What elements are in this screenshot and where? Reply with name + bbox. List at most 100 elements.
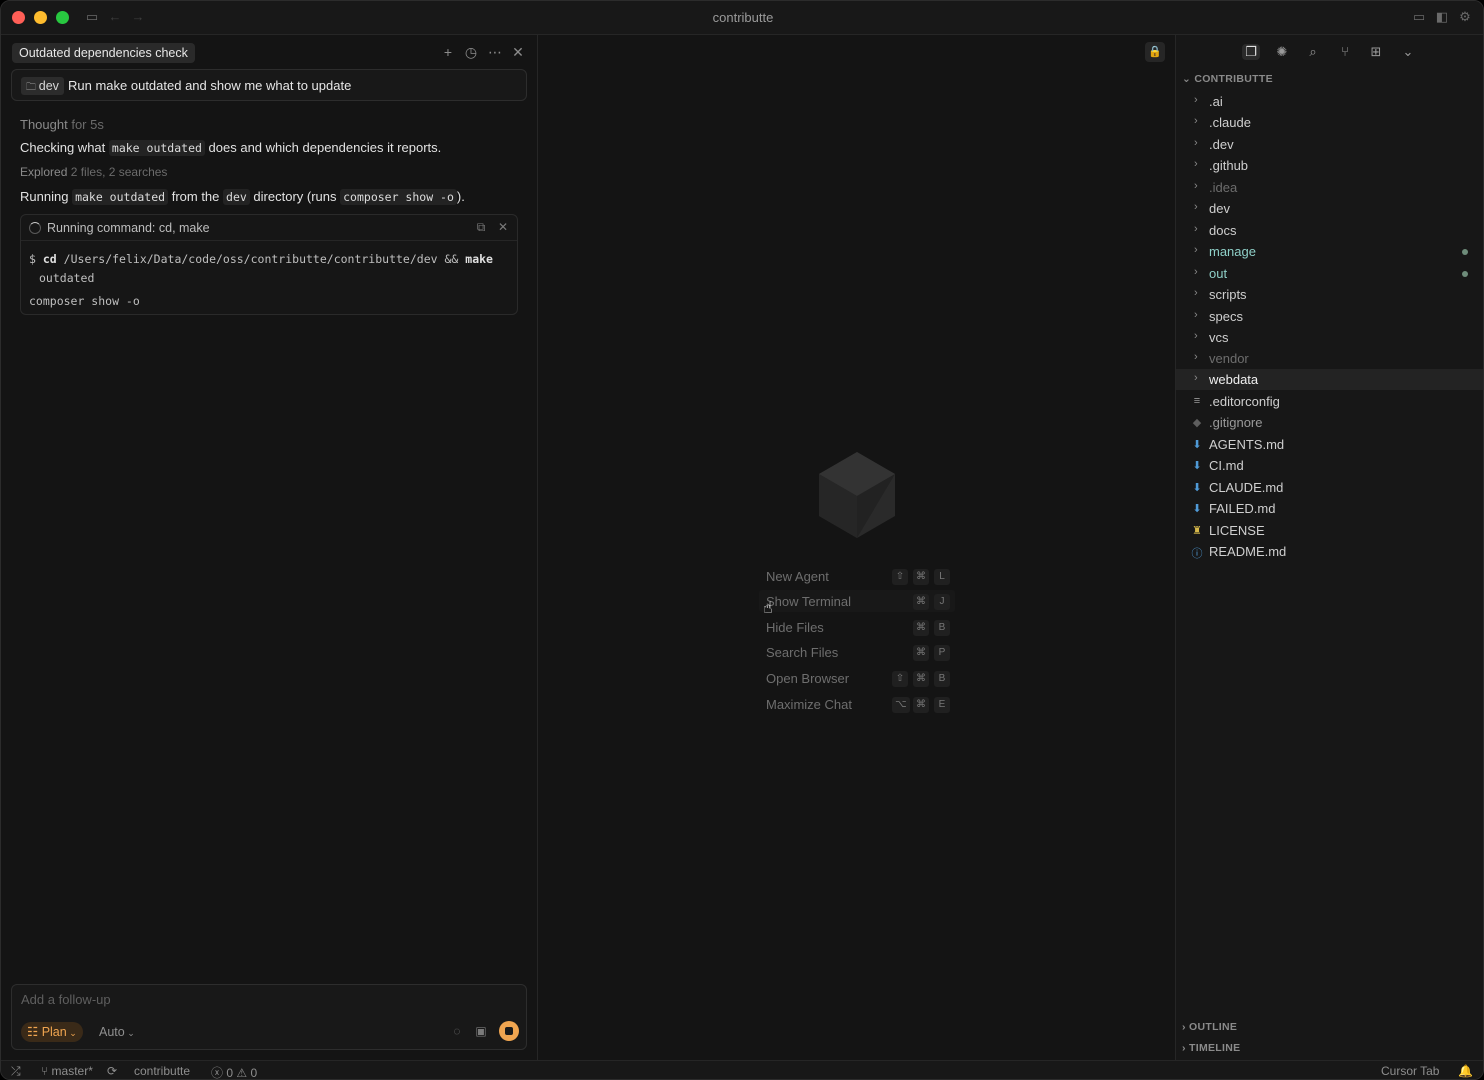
explored-label: Explored xyxy=(20,165,68,179)
markdown-icon: ⬇ xyxy=(1192,460,1202,472)
folder-name: .idea xyxy=(1209,180,1238,195)
tree-file[interactable]: ⬇ FAILED.md xyxy=(1176,498,1483,519)
shortcut-search-files[interactable]: Search Files xyxy=(766,645,838,660)
running-mid: directory (runs xyxy=(253,189,337,204)
thought-summary[interactable]: Thought for 5s xyxy=(20,117,104,132)
tree-folder[interactable]: › .ai xyxy=(1176,91,1483,112)
tree-file[interactable]: ♜ LICENSE xyxy=(1176,520,1483,541)
sync-icon[interactable]: ⟳ xyxy=(107,1064,117,1078)
tree-file[interactable]: ⬇ AGENTS.md xyxy=(1176,434,1483,455)
branch-icon: ⑂ xyxy=(41,1064,52,1078)
chevron-right-icon: › xyxy=(1194,266,1198,278)
tree-file[interactable]: ≡ .editorconfig xyxy=(1176,391,1483,412)
tree-folder[interactable]: › .dev xyxy=(1176,134,1483,155)
tree-folder[interactable]: › specs xyxy=(1176,306,1483,327)
attach-image-icon[interactable]: ▣ xyxy=(473,1024,489,1038)
tree-file[interactable]: ⬇ CI.md xyxy=(1176,455,1483,476)
tree-folder-selected[interactable]: › webdata xyxy=(1176,369,1483,390)
app-window: ▭ ← → contributte ▭ ◧ ⚙ Outdated depende… xyxy=(0,0,1484,1080)
kbd-key: ⌘ xyxy=(913,697,929,713)
settings-gear-icon[interactable]: ⚙ xyxy=(1457,9,1473,25)
command-body: $ cd /Users/felix/Data/code/oss/contribu… xyxy=(29,249,511,311)
source-control-icon[interactable]: ⑂ xyxy=(1336,44,1354,60)
tree-folder[interactable]: › docs xyxy=(1176,220,1483,241)
more-options-icon[interactable]: ⋯ xyxy=(486,43,504,61)
tree-file[interactable]: ⓘ README.md xyxy=(1176,541,1483,562)
history-clock-icon[interactable]: ◷ xyxy=(462,43,480,61)
tree-folder[interactable]: › .github xyxy=(1176,155,1483,176)
kbd-key: ⌘ xyxy=(913,671,929,687)
folder-name: docs xyxy=(1209,223,1237,238)
chevron-right-icon: › xyxy=(1194,94,1198,106)
window-title: contributte xyxy=(712,10,774,25)
toggle-secondary-sidebar-icon[interactable]: ◧ xyxy=(1434,9,1450,25)
inline-code: composer show -o xyxy=(340,189,457,205)
chevron-down-icon[interactable]: ⌄ xyxy=(1399,44,1417,60)
context-usage-icon[interactable]: ◌ xyxy=(449,1024,465,1038)
cmd-cd: cd xyxy=(42,252,57,266)
timeline-section[interactable]: › TIMELINE xyxy=(1182,1042,1240,1054)
explorer-root-header[interactable]: ⌄ CONTRIBUTTE xyxy=(1182,73,1273,85)
files-icon[interactable]: ❐ xyxy=(1242,44,1260,60)
open-external-icon[interactable]: ⧉ xyxy=(474,220,488,235)
cmd-target: outdated xyxy=(39,271,95,285)
openai-icon[interactable]: ✺ xyxy=(1273,44,1291,60)
chevron-right-icon: › xyxy=(1194,287,1198,299)
folder-name: vendor xyxy=(1209,351,1249,366)
plan-mode-dropdown[interactable]: ☷ Plan ⌄ xyxy=(21,1022,83,1042)
cursor-tab-status[interactable]: Cursor Tab xyxy=(1381,1064,1439,1078)
folder-name: .dev xyxy=(1209,137,1234,152)
file-name: .editorconfig xyxy=(1209,394,1280,409)
extensions-icon[interactable]: ⊞ xyxy=(1367,44,1385,60)
shortcut-new-agent[interactable]: New Agent xyxy=(766,569,829,584)
tree-folder[interactable]: › manage xyxy=(1176,241,1483,262)
close-command-icon[interactable]: ✕ xyxy=(496,220,510,234)
stop-generation-button[interactable] xyxy=(499,1021,519,1041)
git-branch[interactable]: ⑂ master* xyxy=(41,1064,93,1078)
tree-folder[interactable]: › vcs xyxy=(1176,327,1483,348)
folder-chip[interactable]: 🗀 dev xyxy=(21,77,64,95)
outline-section[interactable]: › OUTLINE xyxy=(1182,1021,1237,1033)
tree-folder[interactable]: › vendor xyxy=(1176,348,1483,369)
shortcut-maximize-chat[interactable]: Maximize Chat xyxy=(766,697,852,712)
shortcut-open-browser[interactable]: Open Browser xyxy=(766,671,849,686)
toggle-panel-icon[interactable]: ▭ xyxy=(1411,9,1427,25)
tree-folder[interactable]: › scripts xyxy=(1176,284,1483,305)
chat-tab-title[interactable]: Outdated dependencies check xyxy=(12,43,195,63)
shortcut-label: Search Files xyxy=(766,645,839,660)
root-label: CONTRIBUTTE xyxy=(1194,73,1273,85)
model-dropdown[interactable]: Auto ⌄ xyxy=(99,1025,135,1039)
settings-lines-icon: ≡ xyxy=(1193,395,1201,407)
explored-summary[interactable]: Explored 2 files, 2 searches xyxy=(20,165,167,179)
file-name: .gitignore xyxy=(1209,415,1263,430)
tree-folder[interactable]: › out xyxy=(1176,263,1483,284)
running-mid: from the xyxy=(171,189,220,204)
new-chat-plus-icon[interactable]: + xyxy=(439,43,457,61)
search-icon[interactable]: ⌕ xyxy=(1304,44,1322,60)
lock-icon[interactable]: 🔒 xyxy=(1145,42,1165,62)
shortcut-hide-files[interactable]: Hide Files xyxy=(766,620,824,635)
checking-post: does and which dependencies it reports. xyxy=(208,140,442,155)
kbd-key: ⇧ xyxy=(892,671,908,687)
cmd-and: && xyxy=(444,252,459,266)
project-name[interactable]: contributte xyxy=(134,1064,190,1078)
running-post: ). xyxy=(456,189,465,204)
kbd-key: J xyxy=(934,594,950,610)
problems-indicator[interactable]: ⓧ 0 ⚠ 0 xyxy=(211,1064,257,1079)
tree-folder[interactable]: › .claude xyxy=(1176,112,1483,133)
user-prompt-message[interactable]: 🗀 dev Run make outdated and show me what… xyxy=(11,69,527,101)
shortcut-show-terminal[interactable]: Show Terminal xyxy=(766,594,851,609)
pointer-hand-cursor-icon: ☝ xyxy=(763,600,773,617)
kbd-key: L xyxy=(934,569,950,585)
tree-folder[interactable]: › dev xyxy=(1176,198,1483,219)
tree-folder[interactable]: › .idea xyxy=(1176,177,1483,198)
remote-icon[interactable]: ⤮ xyxy=(11,1064,21,1079)
close-chat-icon[interactable]: ✕ xyxy=(509,43,527,61)
loading-spinner-icon xyxy=(29,222,41,234)
followup-input[interactable]: Add a follow-up xyxy=(21,992,111,1007)
status-bar: ⤮ ⑂ master* ⟳ contributte ⓧ 0 ⚠ 0 Cursor… xyxy=(1,1060,1483,1079)
tree-file[interactable]: ◆ .gitignore xyxy=(1176,412,1483,433)
checking-pre: Checking what xyxy=(20,140,106,155)
tree-file[interactable]: ⬇ CLAUDE.md xyxy=(1176,477,1483,498)
notifications-bell-icon[interactable]: 🔔 xyxy=(1458,1064,1473,1078)
